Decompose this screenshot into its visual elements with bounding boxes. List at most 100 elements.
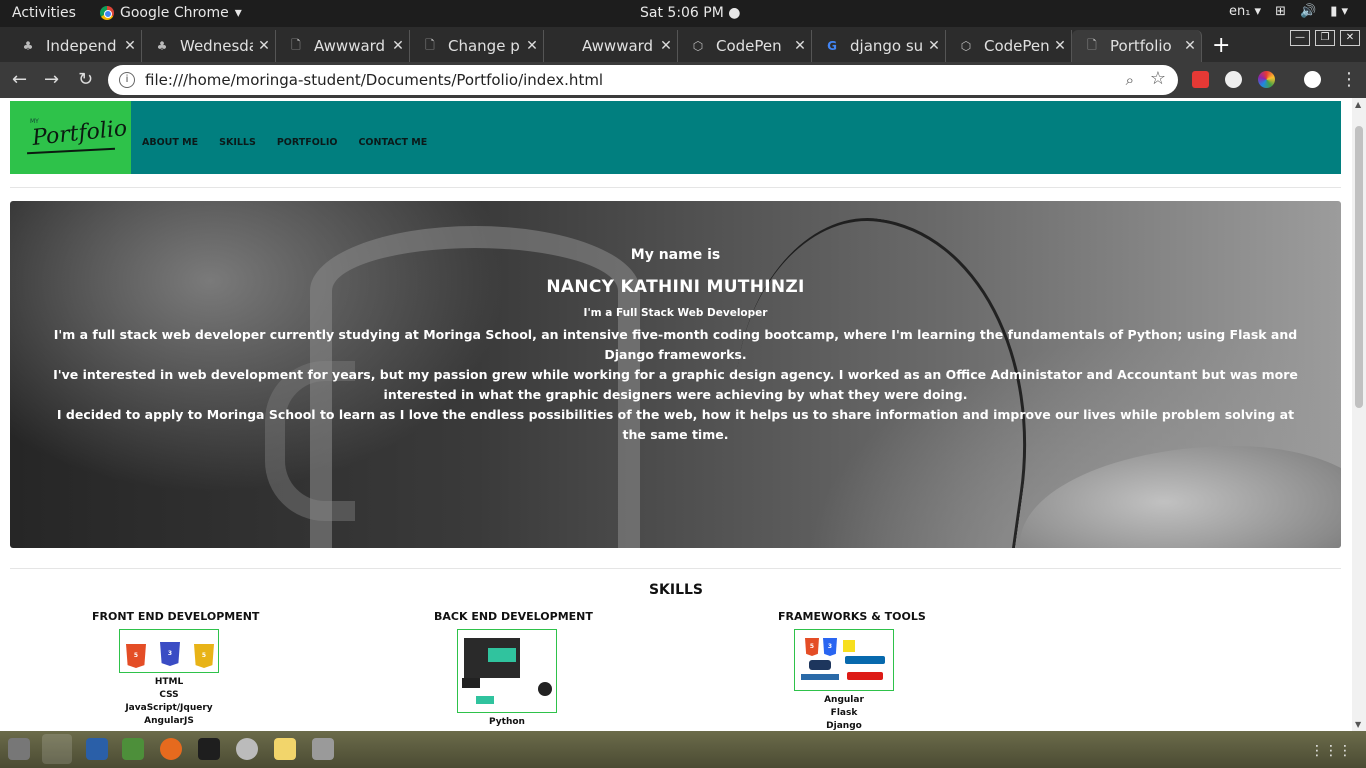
tab-7[interactable]: ⬡ CodePen ✕ [946, 30, 1072, 62]
html5-icon: 5 [805, 638, 819, 656]
close-icon[interactable]: ✕ [1179, 38, 1201, 54]
page-icon: 🗋 [425, 37, 435, 52]
google-icon: G [827, 39, 837, 53]
page-viewport: MY Portfolio ABOUT ME SKILLS PORTFOLIO C… [0, 98, 1352, 731]
tab-8[interactable]: 🗋 Portfolio ✕ [1072, 30, 1202, 62]
close-icon[interactable]: ✕ [789, 38, 811, 54]
codepen-icon: ⬡ [960, 39, 972, 53]
url-text[interactable]: file:///home/moringa-student/Documents/P… [145, 71, 603, 89]
tree-icon: ♣ [22, 39, 34, 53]
tab-6[interactable]: Gdjango su ✕ [812, 30, 946, 62]
tab-3[interactable]: 🗋 Change pr ✕ [410, 30, 544, 62]
more-menu-icon[interactable]: ⋮ [1340, 69, 1358, 90]
tab-strip: ♣ Independ ✕ ♣ Wednesda ✕ 🗋 Awwward ✕ 🗋 Change … [0, 27, 1366, 62]
nav-skills[interactable]: SKILLS [219, 137, 256, 148]
close-icon[interactable]: ✕ [655, 38, 677, 54]
bio-paragraph-3: I decided to apply to Moringa School to … [56, 407, 1295, 442]
language-indicator[interactable]: en₁ ▾ [1229, 4, 1261, 19]
forward-icon[interactable]: → [44, 69, 59, 90]
close-icon[interactable]: ✕ [253, 38, 275, 54]
settings-icon[interactable] [236, 738, 258, 760]
page-icon: 🗋 [291, 37, 301, 52]
skill-back-end: BACK END DEVELOPMENT Python [434, 610, 593, 729]
scroll-up-icon[interactable]: ▲ [1355, 100, 1361, 109]
firefox-icon[interactable] [160, 738, 182, 760]
extension-icon-1[interactable] [1192, 71, 1209, 88]
extension-icon-3[interactable] [1258, 71, 1275, 88]
hero-section: My name is NANCY KATHINI MUTHINZI I'm a … [10, 201, 1341, 548]
zoom-icon[interactable]: ⌕ [1126, 71, 1134, 89]
sublime-icon[interactable] [122, 738, 144, 760]
app-menu[interactable]: Google Chrome ▾ [100, 5, 242, 21]
js-circle-icon [538, 682, 552, 696]
page-icon: 🗋 [1087, 37, 1097, 52]
scroll-down-icon[interactable]: ▼ [1355, 720, 1361, 729]
volume-icon[interactable]: 🔊 [1300, 4, 1316, 19]
minimize-button[interactable]: — [1290, 30, 1310, 46]
site-nav-links: ABOUT ME SKILLS PORTFOLIO CONTACT ME [142, 137, 427, 148]
nav-portfolio[interactable]: PORTFOLIO [277, 137, 338, 148]
tab-1[interactable]: ♣ Wednesda ✕ [142, 30, 276, 62]
skill-item: Python [489, 717, 525, 727]
tab-title: CodePen [984, 37, 1049, 55]
battery-icon[interactable]: ▮ ▾ [1330, 4, 1348, 19]
address-bar[interactable]: i file:///home/moringa-student/Documents… [108, 65, 1178, 95]
scrollbar-thumb[interactable] [1355, 126, 1363, 408]
tab-title: CodePen [716, 37, 782, 55]
taskbar-dock: ⋮⋮⋮ [0, 731, 1366, 768]
vscode-icon[interactable] [86, 738, 108, 760]
bio-paragraph-2: I've interested in web development for y… [53, 367, 1298, 402]
tab-2[interactable]: 🗋 Awwward ✕ [276, 30, 410, 62]
files-icon[interactable] [8, 738, 30, 760]
hero-intro: My name is [630, 247, 721, 263]
awwwards-icon [556, 38, 572, 54]
profile-icon[interactable] [1304, 71, 1321, 88]
system-tray[interactable]: en₁ ▾ ⊞ 🔊 ▮ ▾ [1229, 4, 1348, 19]
close-icon[interactable]: ✕ [521, 38, 543, 54]
logo-small-text: MY [30, 118, 39, 125]
skill-item: Flask [830, 708, 858, 718]
terminal-icon[interactable] [198, 738, 220, 760]
skill-items: Python [434, 716, 580, 729]
close-icon[interactable]: ✕ [923, 38, 945, 54]
tab-title: Change pr [448, 37, 521, 55]
calculator-icon[interactable] [312, 738, 334, 760]
frameworks-logos: 5 3 [794, 629, 894, 691]
notes-icon[interactable] [274, 738, 296, 760]
tree-icon: ♣ [156, 39, 168, 53]
maximize-button[interactable]: ❐ [1315, 30, 1335, 46]
logo-text: Portfolio [30, 116, 129, 151]
activities-button[interactable]: Activities [12, 5, 76, 21]
nav-about-me[interactable]: ABOUT ME [142, 137, 198, 148]
screen-shape [488, 648, 516, 662]
close-window-button[interactable]: ✕ [1340, 30, 1360, 46]
back-icon[interactable]: ← [12, 69, 27, 90]
new-tab-button[interactable]: + [1212, 33, 1230, 58]
show-apps-icon[interactable]: ⋮⋮⋮ [1310, 743, 1352, 759]
reload-icon[interactable]: ↻ [78, 69, 93, 90]
tab-4[interactable]: Awwward ✕ [544, 30, 678, 62]
close-icon[interactable]: ✕ [119, 38, 141, 54]
tab-title: Awwward [314, 37, 386, 55]
bookmark-star-icon[interactable]: ☆ [1150, 68, 1166, 89]
tab-0[interactable]: ♣ Independ ✕ [8, 30, 142, 62]
hero-role: I'm a Full Stack Web Developer [583, 307, 768, 319]
page-scrollbar[interactable]: ▲ ▼ [1352, 98, 1366, 731]
jquery-icon [845, 656, 885, 664]
tab-title: Awwward [582, 37, 654, 55]
network-icon[interactable]: ⊞ [1275, 4, 1286, 19]
close-icon[interactable]: ✕ [1049, 38, 1071, 54]
skill-items: Angular Flask Django [778, 694, 910, 731]
site-logo[interactable]: MY Portfolio [10, 101, 131, 174]
javascript-icon [843, 640, 855, 652]
divider [10, 187, 1341, 188]
info-icon[interactable]: i [119, 72, 135, 88]
extension-icon-2[interactable] [1225, 71, 1242, 88]
nav-contact-me[interactable]: CONTACT ME [358, 137, 427, 148]
close-icon[interactable]: ✕ [387, 38, 409, 54]
js-icon: 5 [194, 644, 214, 668]
clock[interactable]: Sat 5:06 PM ● [640, 5, 741, 21]
chrome-launcher-icon[interactable] [42, 734, 72, 764]
html-label-icon [476, 696, 494, 704]
tab-5[interactable]: ⬡ CodePen ✕ [678, 30, 812, 62]
